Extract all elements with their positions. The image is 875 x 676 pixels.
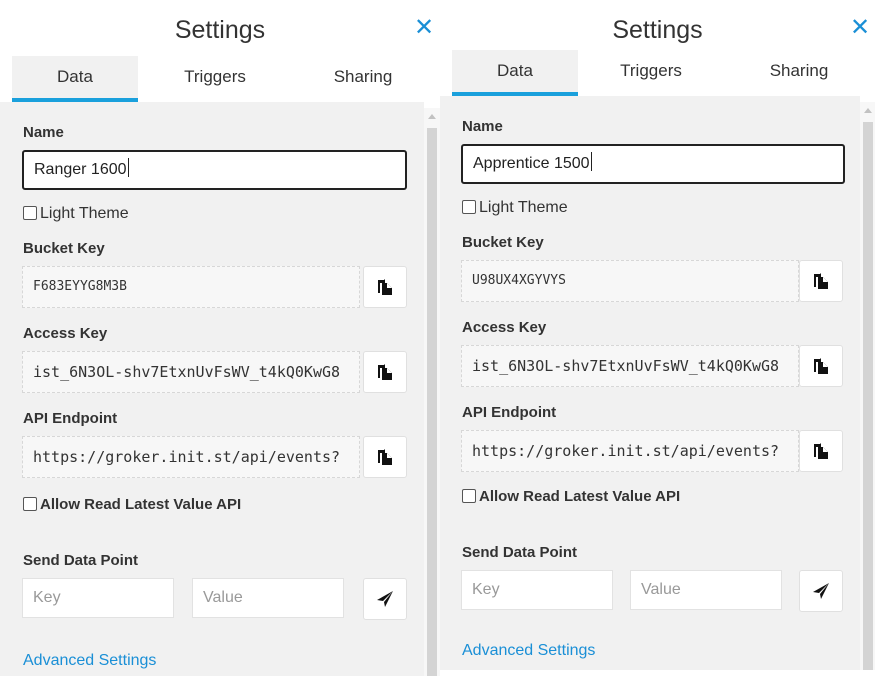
access-key-label: Access Key bbox=[462, 319, 547, 336]
tab-triggers[interactable]: Triggers bbox=[588, 50, 714, 96]
api-endpoint-field[interactable]: https://groker.init.st/api/events? bbox=[22, 436, 360, 478]
copy-access-key-button[interactable] bbox=[363, 351, 407, 393]
tab-data[interactable]: Data bbox=[452, 50, 578, 96]
tab-sharing[interactable]: Sharing bbox=[736, 50, 862, 96]
tab-triggers[interactable]: Triggers bbox=[152, 56, 278, 102]
send-data-point-label: Send Data Point bbox=[462, 544, 578, 561]
access-key-label: Access Key bbox=[23, 325, 108, 342]
scroll-thumb[interactable] bbox=[863, 122, 873, 670]
copy-api-endpoint-button[interactable] bbox=[799, 430, 843, 472]
text-caret bbox=[590, 152, 592, 171]
name-input[interactable]: Apprentice 1500 bbox=[461, 144, 845, 184]
paper-plane-icon bbox=[377, 591, 393, 607]
allow-read-label: Allow Read Latest Value API bbox=[479, 488, 681, 505]
scrollbar[interactable] bbox=[860, 102, 875, 670]
settings-panel-left: Settings ✕ Data Triggers Sharing Name Ra… bbox=[0, 0, 440, 676]
bucket-key-field[interactable]: U98UX4XGYVYS bbox=[461, 260, 799, 302]
send-data-point-button[interactable] bbox=[363, 578, 407, 620]
settings-panel-right: Settings ✕ Data Triggers Sharing Name Ap… bbox=[440, 0, 875, 676]
allow-read-label: Allow Read Latest Value API bbox=[40, 496, 242, 513]
copy-access-key-button[interactable] bbox=[799, 345, 843, 387]
light-theme-checkbox-row[interactable]: Light Theme bbox=[23, 205, 129, 223]
send-data-point-label: Send Data Point bbox=[23, 552, 139, 569]
data-point-value-input[interactable]: Value bbox=[192, 578, 344, 618]
tab-data[interactable]: Data bbox=[12, 56, 138, 102]
name-input-value: Ranger 1600 bbox=[34, 161, 127, 178]
scroll-up-icon[interactable] bbox=[428, 114, 436, 119]
bucket-key-field[interactable]: F683EYYG8M3B bbox=[22, 266, 360, 308]
bucket-key-label: Bucket Key bbox=[462, 234, 544, 251]
light-theme-label: Light Theme bbox=[479, 199, 568, 216]
api-endpoint-field[interactable]: https://groker.init.st/api/events? bbox=[461, 430, 799, 472]
advanced-settings-link[interactable]: Advanced Settings bbox=[23, 652, 156, 670]
allow-read-checkbox-row[interactable]: Allow Read Latest Value API bbox=[462, 488, 680, 505]
panel-header: Settings ✕ bbox=[0, 0, 440, 56]
scroll-thumb[interactable] bbox=[427, 128, 437, 676]
allow-read-checkbox[interactable] bbox=[462, 489, 476, 503]
scroll-up-icon[interactable] bbox=[864, 108, 872, 113]
text-caret bbox=[127, 158, 129, 177]
tab-sharing[interactable]: Sharing bbox=[300, 56, 426, 102]
light-theme-checkbox-row[interactable]: Light Theme bbox=[462, 199, 568, 217]
panel-title: Settings bbox=[174, 16, 266, 44]
name-label: Name bbox=[462, 118, 503, 135]
settings-content: Name Ranger 1600 Light Theme Bucket Key … bbox=[0, 102, 424, 676]
data-point-key-input[interactable]: Key bbox=[22, 578, 174, 618]
name-label: Name bbox=[23, 124, 64, 141]
copy-icon bbox=[814, 443, 828, 459]
access-key-field[interactable]: ist_6N3OL-shv7EtxnUvFsWV_t4kQ0KwG8 bbox=[22, 351, 360, 393]
scrollbar[interactable] bbox=[424, 108, 440, 676]
copy-icon bbox=[378, 364, 392, 380]
panel-header: Settings ✕ bbox=[440, 0, 875, 56]
panel-title: Settings bbox=[612, 16, 703, 44]
allow-read-checkbox[interactable] bbox=[23, 497, 37, 511]
copy-icon bbox=[378, 449, 392, 465]
data-point-key-input[interactable]: Key bbox=[461, 570, 613, 610]
close-icon[interactable]: ✕ bbox=[414, 16, 434, 40]
copy-icon bbox=[814, 273, 828, 289]
copy-bucket-key-button[interactable] bbox=[363, 266, 407, 308]
light-theme-checkbox[interactable] bbox=[23, 206, 37, 220]
bucket-key-label: Bucket Key bbox=[23, 240, 105, 257]
api-endpoint-label: API Endpoint bbox=[23, 410, 118, 427]
paper-plane-icon bbox=[813, 583, 829, 599]
light-theme-label: Light Theme bbox=[40, 205, 129, 222]
close-icon[interactable]: ✕ bbox=[850, 16, 870, 40]
data-point-value-input[interactable]: Value bbox=[630, 570, 782, 610]
name-input-value: Apprentice 1500 bbox=[473, 155, 590, 172]
copy-api-endpoint-button[interactable] bbox=[363, 436, 407, 478]
name-input[interactable]: Ranger 1600 bbox=[22, 150, 407, 190]
send-data-point-button[interactable] bbox=[799, 570, 843, 612]
advanced-settings-link[interactable]: Advanced Settings bbox=[462, 642, 595, 660]
copy-bucket-key-button[interactable] bbox=[799, 260, 843, 302]
tab-bar: Data Triggers Sharing bbox=[440, 50, 875, 96]
api-endpoint-label: API Endpoint bbox=[462, 404, 557, 421]
copy-icon bbox=[378, 279, 392, 295]
access-key-field[interactable]: ist_6N3OL-shv7EtxnUvFsWV_t4kQ0KwG8 bbox=[461, 345, 799, 387]
light-theme-checkbox[interactable] bbox=[462, 200, 476, 214]
allow-read-checkbox-row[interactable]: Allow Read Latest Value API bbox=[23, 496, 241, 513]
settings-content: Name Apprentice 1500 Light Theme Bucket … bbox=[440, 96, 860, 670]
copy-icon bbox=[814, 358, 828, 374]
tab-bar: Data Triggers Sharing bbox=[0, 56, 440, 102]
